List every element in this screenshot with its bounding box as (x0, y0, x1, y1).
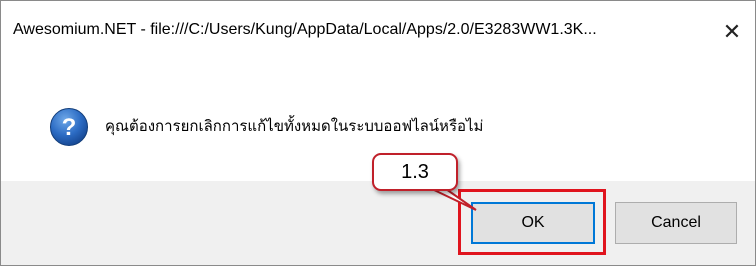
dialog-message: คุณต้องการยกเลิกการแก้ไขทั้งหมดในระบบออฟ… (105, 118, 484, 135)
close-button[interactable]: ✕ (715, 15, 749, 49)
question-icon: ? (50, 108, 88, 146)
cancel-button[interactable]: Cancel (615, 202, 737, 244)
button-bar: OK Cancel (1, 181, 755, 265)
annotation-callout: 1.3 (372, 153, 458, 191)
message-dialog: Awesomium.NET - file:///C:/Users/Kung/Ap… (0, 0, 756, 266)
svg-text:?: ? (62, 114, 77, 141)
annotation-highlight-box (458, 189, 606, 255)
close-icon: ✕ (722, 19, 742, 44)
dialog-title: Awesomium.NET - file:///C:/Users/Kung/Ap… (13, 21, 597, 38)
title-bar: Awesomium.NET - file:///C:/Users/Kung/Ap… (1, 1, 755, 61)
